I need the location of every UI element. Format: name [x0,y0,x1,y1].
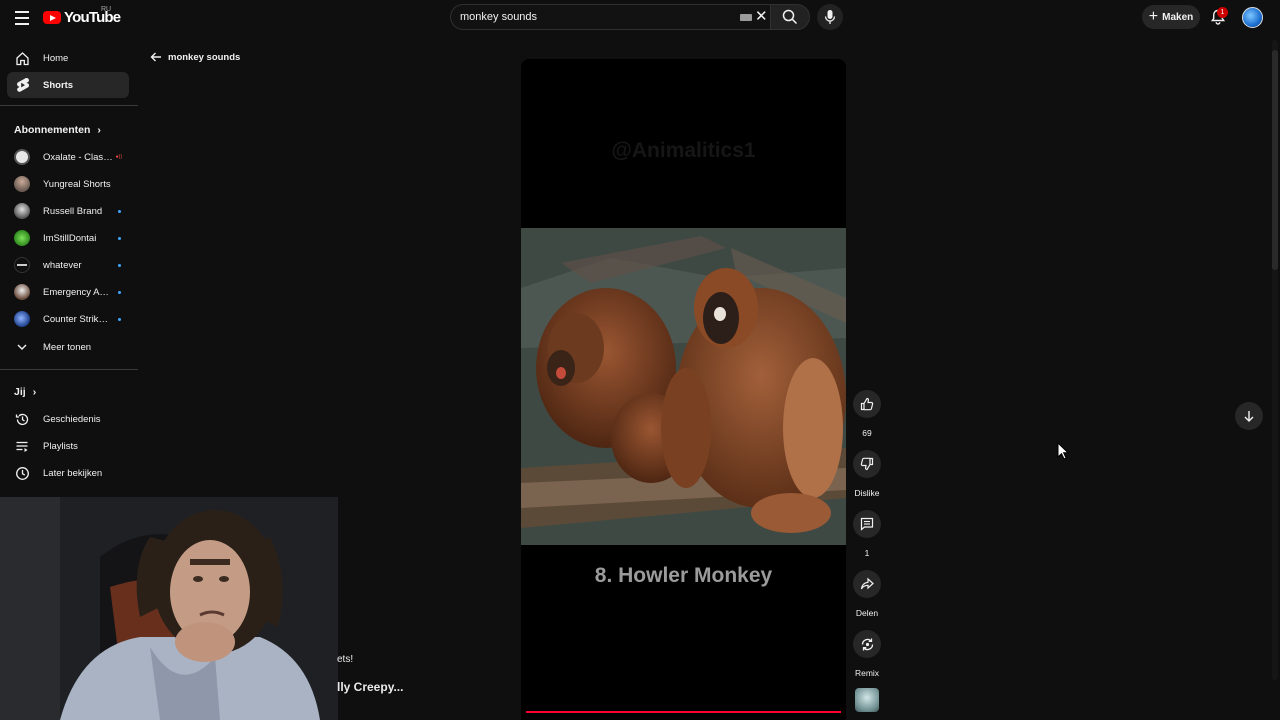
search-input[interactable] [460,5,730,29]
you-heading[interactable]: Jij › [14,386,36,398]
share-button[interactable] [853,570,881,598]
channel-avatar [14,257,30,273]
channel-avatar [14,149,30,165]
comments-button[interactable] [853,510,881,538]
video-progress-bar[interactable] [526,711,841,713]
share-icon [860,577,874,590]
sidebar-channel-emergency-awesome[interactable]: Emergency Awe... [7,279,129,305]
channel-avatar [14,284,30,300]
page-scrollbar[interactable] [1272,40,1278,680]
sidebar-item-shorts[interactable]: Shorts [7,72,129,98]
streamer-webcam-image [0,497,338,720]
history-icon [14,411,30,427]
sidebar-channel-imstilldontai[interactable]: ImStillDontai [7,225,129,251]
create-button[interactable]: + Maken [1142,5,1200,29]
sidebar-divider [0,105,138,106]
next-short-button[interactable] [1235,402,1263,430]
sidebar-channel-yungreal[interactable]: Yungreal Shorts [7,171,129,197]
dislike-action: Dislike [853,450,881,498]
sidebar-item-home[interactable]: Home [7,45,129,71]
share-action: Delen [853,570,881,618]
remix-icon [861,638,873,650]
back-to-search-link[interactable]: monkey sounds [150,51,240,63]
show-more-button[interactable]: Meer tonen [7,334,129,360]
dislike-label: Dislike [854,488,880,498]
remix-action: Remix [853,630,881,678]
new-content-dot-icon [118,317,121,321]
video-frame [521,228,846,545]
short-title: 8. Howler Monkey [594,564,773,587]
comment-icon [860,517,874,531]
plus-icon: + [1148,8,1159,25]
new-content-dot-icon [118,263,121,267]
like-action: 69 [853,390,881,438]
region-code: RU [101,6,112,13]
sidebar-item-watch-later[interactable]: Later bekijken [7,460,129,486]
video-watermark: @Animalitics1 [611,139,756,162]
howler-monkey-image [521,228,846,545]
channel-avatar [14,230,30,246]
comment-count: 1 [864,548,870,558]
thumbs-down-icon [860,457,874,471]
remix-label: Remix [854,668,880,678]
home-icon [14,50,30,66]
keyboard-icon[interactable] [740,14,752,21]
sidebar-item-playlists[interactable]: Playlists [7,433,129,459]
microphone-icon [824,10,836,24]
playlists-icon [14,438,30,454]
like-count: 69 [862,428,872,438]
sidebar: Home Shorts Abonnementen › Oxalate - Cla… [0,44,138,500]
share-label: Delen [855,608,879,618]
new-content-dot-icon [118,209,121,213]
arrow-left-icon [150,52,161,62]
clock-icon [14,465,30,481]
account-avatar[interactable] [1242,7,1263,28]
shorts-icon [14,77,30,93]
search-box: ✕ [450,4,770,30]
subscriptions-heading[interactable]: Abonnementen › [14,124,101,136]
sidebar-channel-counter-strike[interactable]: Counter Strike Pr... [7,306,129,332]
mouse-cursor-icon [1057,442,1069,460]
youtube-play-icon [43,11,61,24]
clear-search-icon[interactable]: ✕ [755,9,768,25]
live-indicator-icon: ●)) [115,154,122,160]
channel-avatar [14,311,30,327]
channel-avatar [14,176,30,192]
chevron-down-icon [14,339,30,355]
like-button[interactable] [853,390,881,418]
notification-badge: 1 [1217,7,1228,18]
scrollbar-thumb[interactable] [1272,50,1278,270]
dislike-button[interactable] [853,450,881,478]
thumbs-up-icon [860,397,874,411]
new-content-dot-icon [118,290,121,294]
sidebar-divider [0,369,138,370]
arrow-down-icon [1244,411,1254,422]
sidebar-channel-russell-brand[interactable]: Russell Brand [7,198,129,224]
hamburger-menu-icon[interactable] [12,8,32,28]
search-button[interactable] [770,4,810,30]
sound-thumbnail[interactable] [855,688,879,712]
channel-avatar [14,203,30,219]
chevron-right-icon: › [32,386,37,398]
overlay-text-line2: lly Creepy... [337,680,404,694]
overlay-text-line1: ets! [337,654,354,665]
webcam-overlay [0,497,338,720]
search-icon [782,9,798,25]
sidebar-channel-whatever[interactable]: whatever [7,252,129,278]
short-video-player[interactable]: @Animalitics1 8. Howler Monkey [521,59,846,720]
new-content-dot-icon [118,236,121,240]
comments-action: 1 [853,510,881,558]
voice-search-button[interactable] [817,4,843,30]
sidebar-channel-oxalate[interactable]: Oxalate - Clash R... ●)) [7,144,129,170]
top-bar: YouTube RU ✕ + Maken 1 [0,0,1280,36]
sidebar-item-history[interactable]: Geschiedenis [7,406,129,432]
remix-button[interactable] [853,630,881,658]
chevron-right-icon: › [97,124,101,136]
